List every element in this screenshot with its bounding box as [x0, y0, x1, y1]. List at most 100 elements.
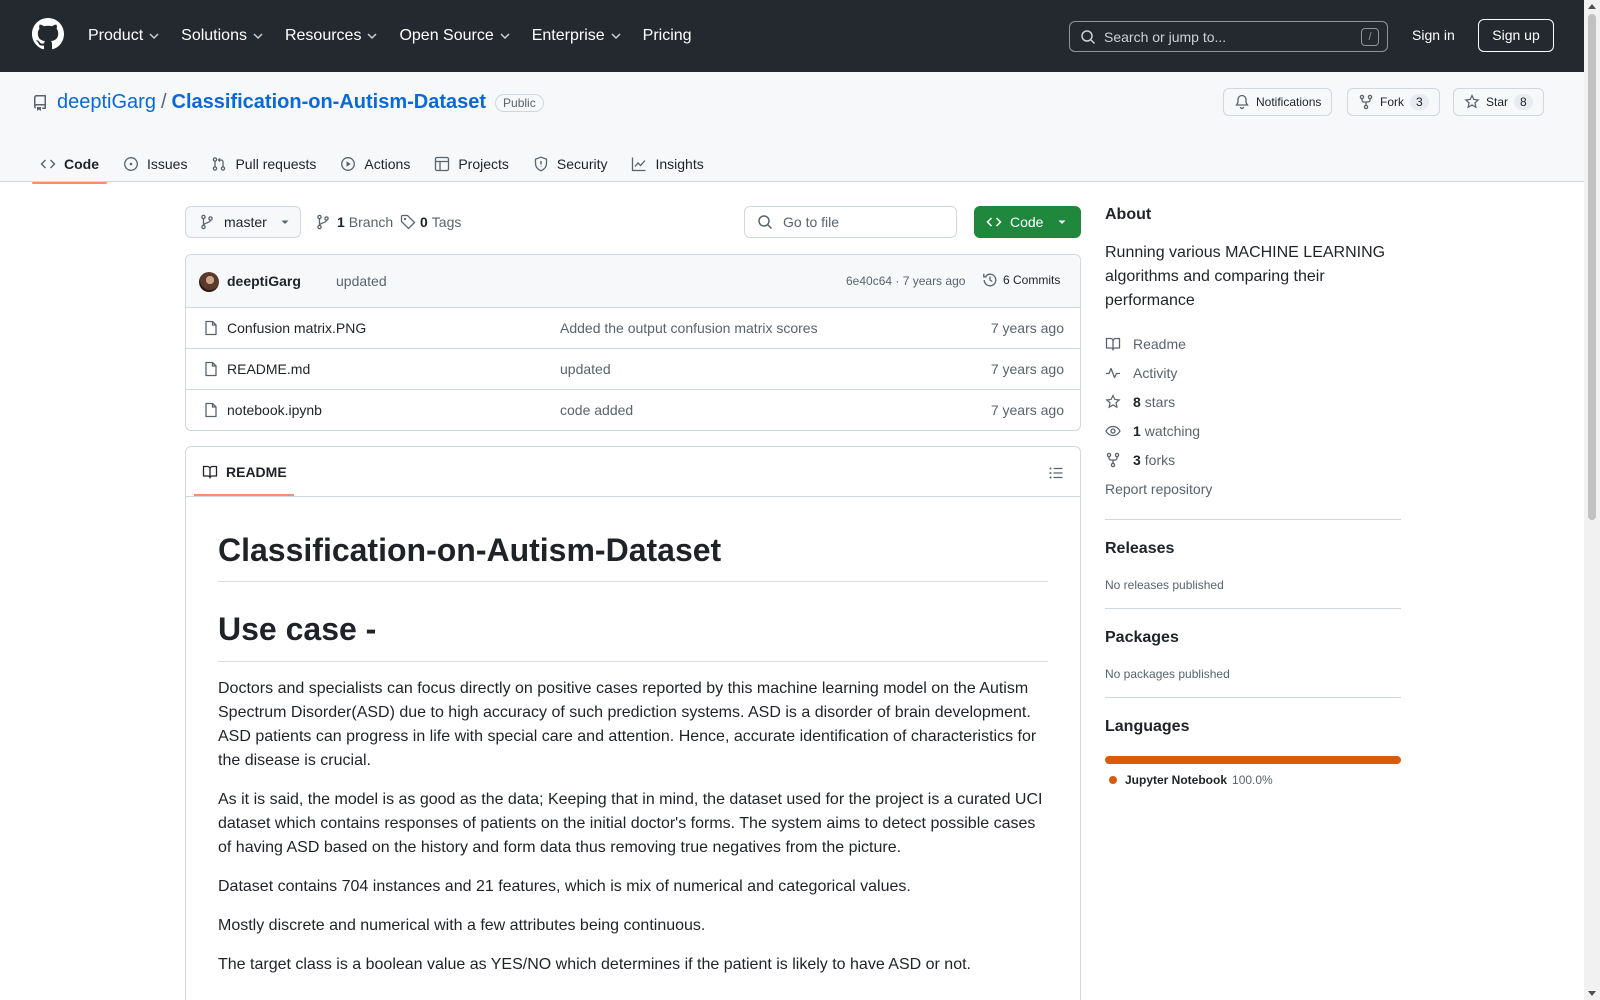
- nav-enterprise[interactable]: Enterprise: [532, 27, 622, 45]
- forks-link[interactable]: 3 forks: [1105, 445, 1401, 474]
- repo-owner-link[interactable]: deeptiGarg: [57, 91, 156, 114]
- nav-resources[interactable]: Resources: [285, 27, 378, 45]
- avatar[interactable]: [199, 272, 219, 292]
- branches-count: 1: [337, 214, 345, 230]
- commits-history-link[interactable]: 6 Commits: [982, 272, 1060, 288]
- activity-link[interactable]: Activity: [1105, 358, 1401, 387]
- nav-solutions-label: Solutions: [181, 27, 247, 44]
- about-description: Running various MACHINE LEARNING algorit…: [1105, 244, 1386, 309]
- file-name-link[interactable]: README.md: [227, 361, 310, 377]
- language-name: Jupyter Notebook: [1125, 773, 1228, 787]
- releases-heading[interactable]: Releases: [1105, 540, 1401, 558]
- chevron-down-icon: [367, 33, 377, 40]
- tag-icon: [400, 214, 416, 230]
- star-icon: [1464, 94, 1480, 109]
- nav-open-source-label: Open Source: [399, 27, 494, 44]
- tab-insights[interactable]: Insights: [623, 145, 711, 183]
- scrollbar-thumb[interactable]: [1588, 14, 1596, 520]
- tab-actions[interactable]: Actions: [332, 145, 418, 183]
- repo-sidebar: About Running various MACHINE LEARNING a…: [1105, 206, 1401, 787]
- star-button[interactable]: Star 8: [1453, 88, 1544, 116]
- releases-note: No releases published: [1105, 578, 1224, 592]
- file-icon: [205, 320, 217, 336]
- report-repository-link[interactable]: Report repository: [1105, 474, 1401, 503]
- scroll-up-arrow-icon[interactable]: [1588, 4, 1596, 9]
- file-name-link[interactable]: notebook.ipynb: [227, 402, 322, 418]
- packages-section: Packages No packages published: [1105, 608, 1401, 681]
- table-icon: [435, 156, 450, 172]
- releases-section: Releases No releases published: [1105, 519, 1401, 592]
- github-logo-icon[interactable]: [32, 18, 64, 50]
- file-commit-time: 7 years ago: [990, 320, 1064, 336]
- nav-product[interactable]: Product: [88, 27, 160, 45]
- scroll-down-arrow-icon[interactable]: [1588, 991, 1596, 996]
- readme-tab-label: README: [226, 464, 287, 480]
- commit-author-link[interactable]: deeptiGarg: [227, 273, 301, 289]
- global-search-input[interactable]: Search or jump to... /: [1069, 21, 1388, 52]
- readme-tab[interactable]: README: [202, 464, 287, 480]
- notifications-button[interactable]: Notifications: [1223, 88, 1333, 116]
- fork-icon: [1106, 452, 1120, 467]
- packages-heading[interactable]: Packages: [1105, 629, 1401, 647]
- stars-link[interactable]: 8 stars: [1105, 387, 1401, 416]
- tags-link[interactable]: 0 Tags: [400, 214, 461, 230]
- star-label: Star: [1486, 95, 1509, 109]
- chevron-down-icon: [149, 33, 159, 40]
- repo-tabs: Code Issues Pull requests Actions Projec…: [32, 145, 720, 184]
- tags-label: Tags: [431, 214, 462, 230]
- languages-heading: Languages: [1105, 718, 1190, 735]
- table-row: README.md updated 7 years ago: [186, 349, 1080, 390]
- sign-up-button[interactable]: Sign up: [1478, 19, 1554, 52]
- nav-solutions[interactable]: Solutions: [181, 27, 264, 45]
- readme-paragraph: Dataset contains 704 instances and 21 fe…: [218, 877, 911, 895]
- readme-title: Classification-on-Autism-Dataset: [218, 531, 1048, 583]
- nav-resources-label: Resources: [284, 27, 362, 44]
- repo-title: deeptiGarg / Classification-on-Autism-Da…: [32, 91, 544, 114]
- top-nav: Product Solutions Resources Open Source …: [88, 0, 713, 72]
- tab-security[interactable]: Security: [525, 145, 616, 183]
- file-commit-message-link[interactable]: Added the output confusion matrix scores: [560, 320, 818, 336]
- tab-projects[interactable]: Projects: [426, 145, 517, 183]
- code-dropdown-button[interactable]: Code: [974, 206, 1081, 238]
- tab-insights-label: Insights: [655, 156, 704, 172]
- tab-code[interactable]: Code: [32, 145, 107, 184]
- commit-meta[interactable]: 6e40c64 · 7 years ago: [846, 274, 965, 288]
- git-branch-icon: [201, 214, 213, 230]
- issue-opened-icon: [124, 157, 138, 171]
- branch-selector[interactable]: master: [185, 206, 301, 238]
- page-scrollbar[interactable]: [1584, 0, 1600, 1000]
- nav-open-source[interactable]: Open Source: [399, 27, 510, 45]
- stars-label: stars: [1144, 393, 1176, 410]
- file-icon: [205, 361, 217, 377]
- chevron-down-icon: [500, 33, 510, 40]
- search-placeholder: Search or jump to...: [1104, 28, 1227, 45]
- tab-issues[interactable]: Issues: [115, 145, 195, 183]
- sign-in-link[interactable]: Sign in: [1412, 27, 1455, 43]
- fork-count: 3: [1410, 94, 1429, 110]
- language-item[interactable]: Jupyter Notebook 100.0%: [1109, 773, 1401, 787]
- readme-link[interactable]: Readme: [1105, 329, 1401, 358]
- file-commit-message-link[interactable]: updated: [560, 361, 611, 377]
- branch-name: master: [224, 214, 267, 230]
- nav-pricing[interactable]: Pricing: [643, 27, 692, 45]
- go-to-file-input[interactable]: Go to file: [744, 206, 957, 238]
- list-unordered-icon[interactable]: [1048, 465, 1064, 481]
- watchers-link[interactable]: 1 watching: [1105, 416, 1401, 445]
- code-icon: [40, 159, 56, 169]
- book-icon: [1105, 337, 1121, 351]
- repo-name-link[interactable]: Classification-on-Autism-Dataset: [172, 91, 487, 114]
- tab-pull-requests[interactable]: Pull requests: [203, 145, 324, 183]
- book-icon: [202, 465, 218, 479]
- forks-count: 3: [1133, 451, 1141, 468]
- chevron-down-icon: [611, 33, 621, 40]
- history-icon: [983, 273, 997, 287]
- fork-button[interactable]: Fork 3: [1347, 88, 1440, 116]
- commit-message-link[interactable]: updated: [336, 273, 387, 289]
- file-commit-message-link[interactable]: code added: [560, 402, 633, 418]
- branches-label: Branch: [348, 214, 394, 230]
- search-icon: [758, 215, 773, 230]
- git-branch-icon: [317, 214, 329, 230]
- branches-link[interactable]: 1 Branch: [315, 214, 393, 230]
- pulse-icon: [1106, 367, 1120, 378]
- file-name-link[interactable]: Confusion matrix.PNG: [227, 320, 366, 336]
